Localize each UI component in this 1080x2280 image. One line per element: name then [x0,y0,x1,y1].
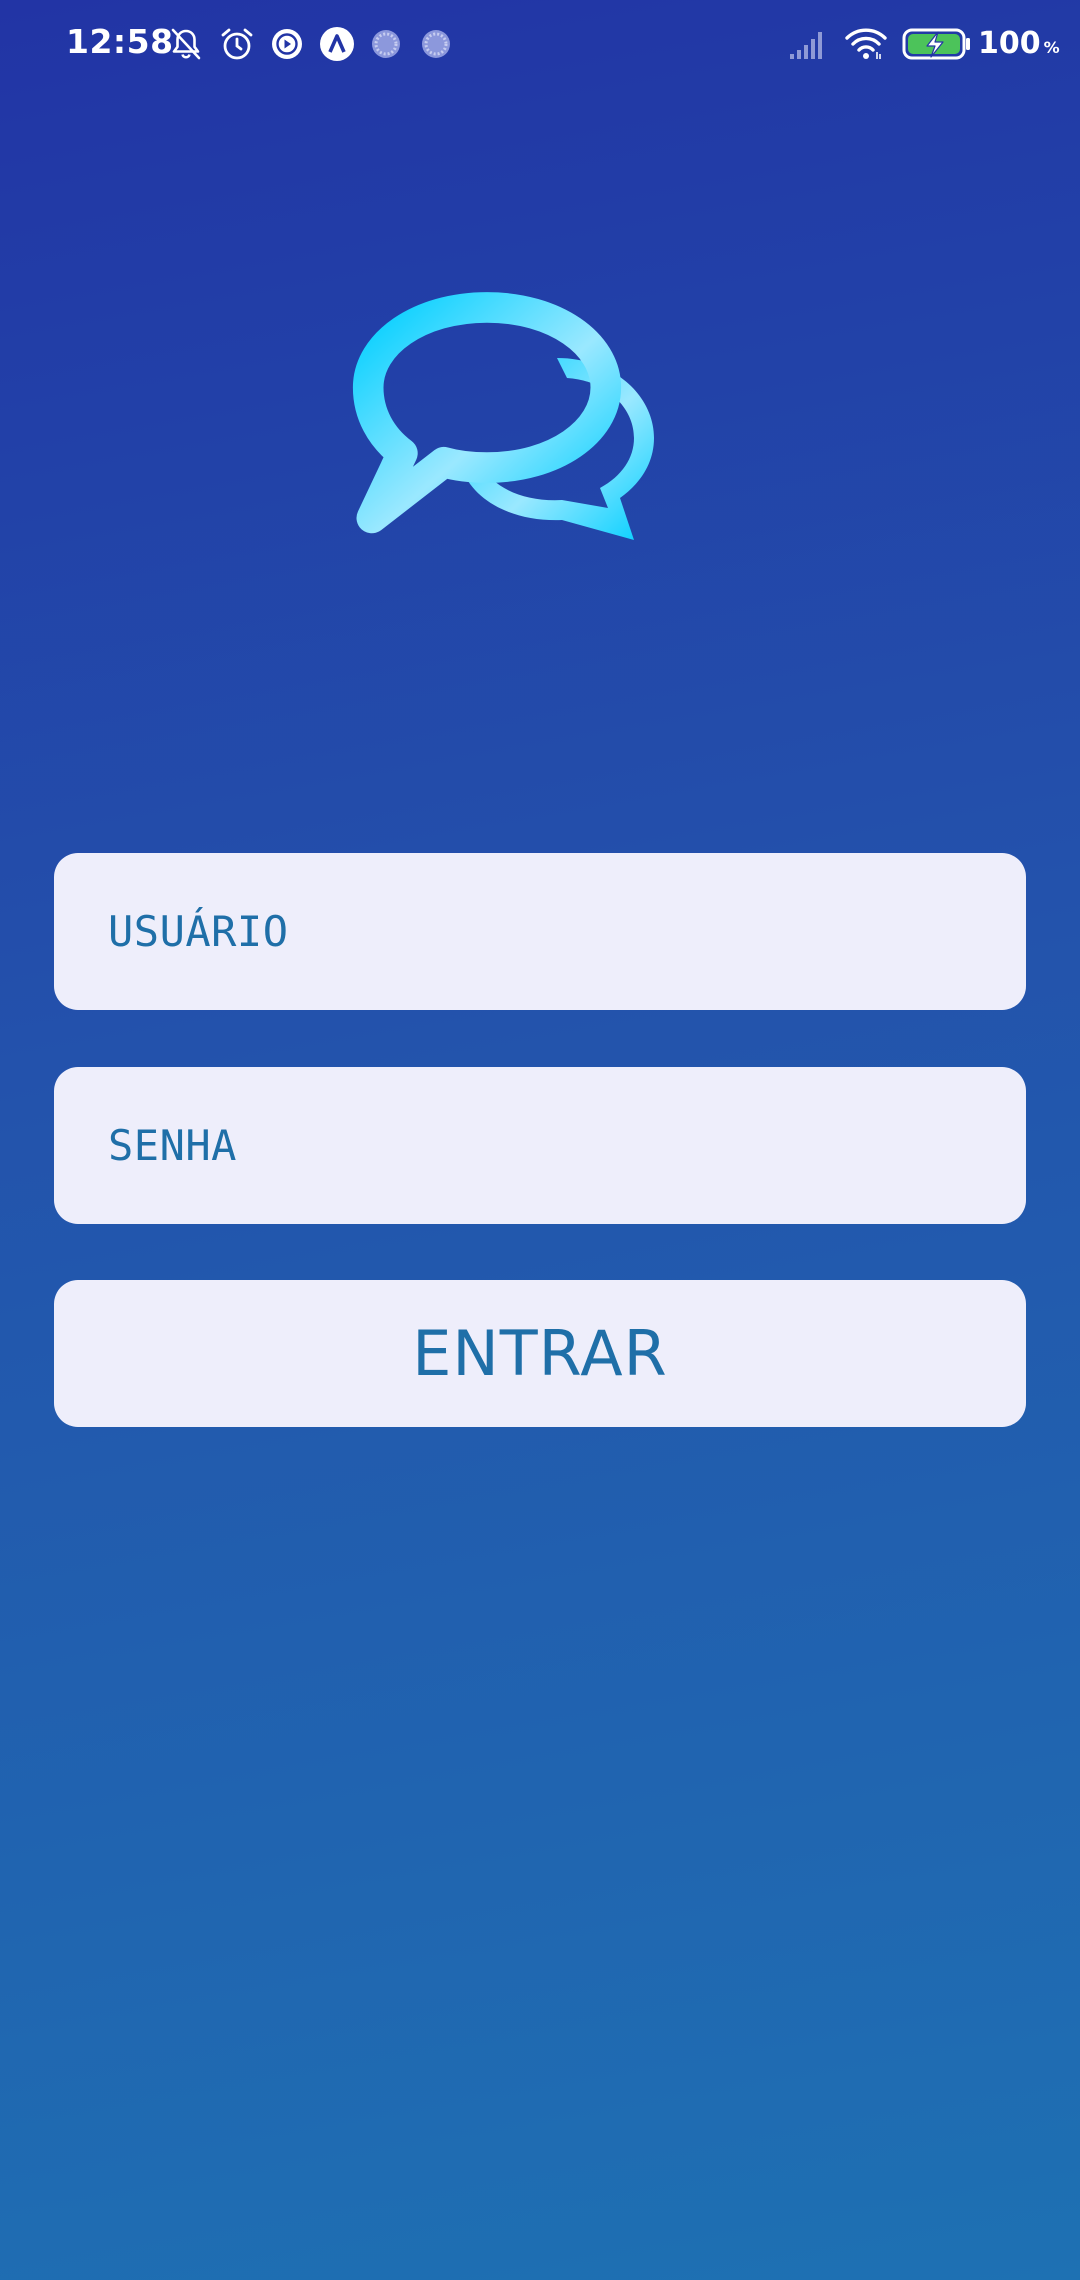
username-input[interactable] [54,853,1026,1010]
password-input[interactable] [54,1067,1026,1224]
battery-charging-icon [902,27,972,63]
app-a-icon [318,25,356,63]
wifi-icon [844,26,888,62]
signal-icon [788,26,830,62]
status-time: 12:58 [66,22,174,61]
battery-percent-value: 100 [978,26,1041,61]
loading-dot-icon [418,26,454,62]
loading-dot-icon [368,26,404,62]
bell-muted-icon [168,26,204,62]
password-field-container [54,1067,1026,1224]
play-circle-icon [269,26,305,62]
status-bar: 12:58 100 % [0,0,1080,90]
enter-button[interactable]: ENTRAR [54,1280,1026,1427]
chat-bubbles-icon [352,288,732,600]
alarm-icon [219,26,255,62]
username-field-container [54,853,1026,1010]
battery-percent-unit: % [1043,38,1060,57]
battery-percentage: 100% [978,26,1060,61]
